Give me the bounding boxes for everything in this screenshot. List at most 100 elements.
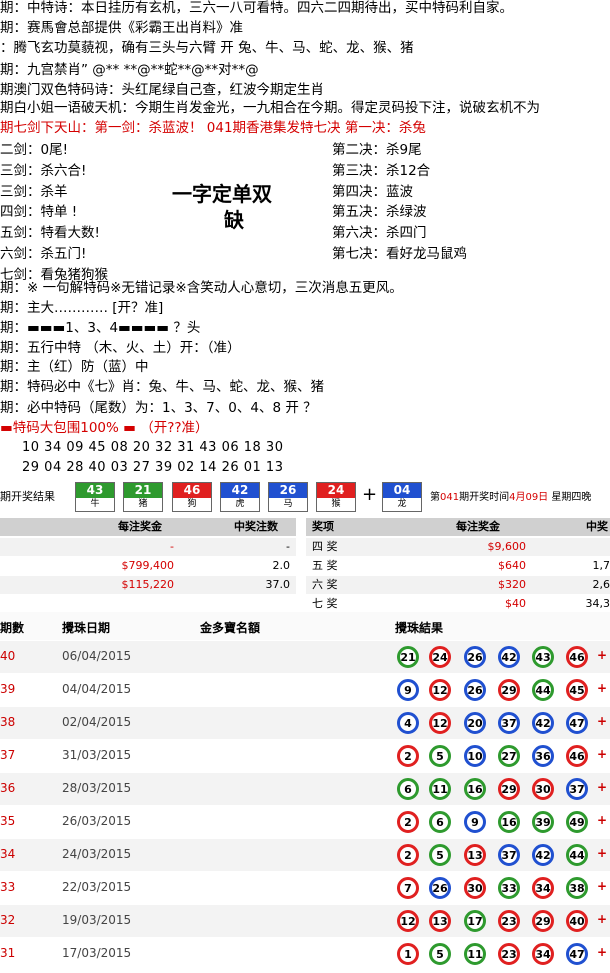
table-row: 40 06/04/2015 21 24 26 42 43 46 + bbox=[0, 641, 610, 673]
result-ball: 37 bbox=[566, 778, 588, 800]
draw-date: 17/03/2015 bbox=[62, 946, 132, 960]
plus-sign: + bbox=[597, 714, 608, 728]
draw-ball-zodiac: 马 bbox=[283, 499, 293, 509]
result-ball: 4 bbox=[397, 712, 419, 734]
draw-ball-number: 43 bbox=[76, 483, 114, 498]
issue-number: 36 bbox=[0, 781, 16, 795]
sword-left: 六剑：杀五门! bbox=[0, 246, 87, 262]
number-grid-row-2: 29 04 28 40 03 27 39 02 14 26 01 13 bbox=[22, 460, 284, 475]
result-ball: 44 bbox=[532, 679, 554, 701]
prize-row: 四 奖 $9,600 bbox=[306, 538, 610, 556]
result-ball: 23 bbox=[498, 910, 520, 932]
result-ball: 29 bbox=[532, 910, 554, 932]
result-ball: 20 bbox=[464, 712, 486, 734]
decision-right: 第二决：杀9尾 bbox=[332, 142, 422, 158]
issue-number: 40 bbox=[0, 649, 16, 663]
header-count: 中奖注数 bbox=[234, 520, 278, 533]
plus-sign: + bbox=[597, 648, 608, 662]
result-ball: 16 bbox=[464, 778, 486, 800]
prize-count: - bbox=[286, 540, 290, 553]
result-ball: 11 bbox=[464, 943, 486, 965]
header-name: 奖项 bbox=[312, 520, 334, 533]
result-ball: 34 bbox=[532, 943, 554, 965]
draw-info: 第041期开奖时间4月09日 星期四晚 bbox=[430, 492, 592, 503]
result-ball: 12 bbox=[397, 910, 419, 932]
result-ball: 21 bbox=[397, 646, 419, 668]
issue-number: 39 bbox=[0, 682, 16, 696]
result-ball: 12 bbox=[429, 679, 451, 701]
result-ball: 5 bbox=[429, 943, 451, 965]
result-ball: 42 bbox=[532, 844, 554, 866]
prize-amount: $320 bbox=[498, 578, 526, 591]
prize-amount: - bbox=[170, 540, 174, 553]
result-ball: 17 bbox=[464, 910, 486, 932]
table-row: 36 28/03/2015 6 11 16 29 30 37 + bbox=[0, 773, 610, 805]
result-ball: 45 bbox=[566, 679, 588, 701]
decision-right: 第七决：看好龙马鼠鸡 bbox=[332, 246, 467, 262]
plus-sign: + bbox=[597, 846, 608, 860]
prize-right-header: 奖项 每注奖金 中奖 bbox=[306, 518, 610, 536]
col-date: 攪珠日期 bbox=[62, 621, 111, 635]
draw-date: 24/03/2015 bbox=[62, 847, 132, 861]
draw-date: 06/04/2015 bbox=[62, 649, 132, 663]
issue-number: 32 bbox=[0, 913, 16, 927]
result-ball: 13 bbox=[464, 844, 486, 866]
prize-name: 六 奖 bbox=[312, 578, 338, 591]
header-count: 中奖 bbox=[586, 520, 608, 533]
result-ball: 2 bbox=[397, 844, 419, 866]
table-row: 31 17/03/2015 1 5 11 23 34 47 + bbox=[0, 938, 610, 970]
draw-ball: 43 牛 bbox=[75, 482, 115, 512]
result-ball: 23 bbox=[498, 943, 520, 965]
result-ball: 34 bbox=[532, 877, 554, 899]
result-ball: 6 bbox=[397, 778, 419, 800]
result-ball: 42 bbox=[532, 712, 554, 734]
result-ball: 42 bbox=[498, 646, 520, 668]
result-ball: 44 bbox=[566, 844, 588, 866]
sword-left: 三剑：杀六合! bbox=[0, 162, 87, 179]
result-ball: 40 bbox=[566, 910, 588, 932]
prize-count: 2.0 bbox=[272, 559, 291, 572]
decision-right: 第四决：蓝波 bbox=[332, 183, 413, 200]
draw-date: 19/03/2015 bbox=[62, 913, 132, 927]
result-ball: 6 bbox=[429, 811, 451, 833]
issue-number: 31 bbox=[0, 946, 16, 960]
col-issue: 期數 bbox=[0, 621, 25, 635]
draw-date: 02/04/2015 bbox=[62, 715, 132, 729]
sword-left: 五剑：特看大数! bbox=[0, 225, 100, 242]
result-ball: 1 bbox=[397, 943, 419, 965]
draw-ball: 24 猴 bbox=[316, 482, 356, 512]
decision-right: 第六决：杀四门 bbox=[332, 225, 427, 242]
result-ball: 26 bbox=[464, 679, 486, 701]
result-ball: 43 bbox=[532, 646, 554, 668]
decision-right: 第五决：杀绿波 bbox=[332, 204, 427, 221]
result-ball: 39 bbox=[532, 811, 554, 833]
text-line: 期：必中特码（尾数）为：1、3、7、0、4、8 开 ？ bbox=[0, 400, 317, 416]
draw-date: 22/03/2015 bbox=[62, 880, 132, 894]
table-row: 39 04/04/2015 9 12 26 29 44 45 + bbox=[0, 674, 610, 706]
result-ball: 12 bbox=[429, 712, 451, 734]
result-ball: 13 bbox=[429, 910, 451, 932]
prize-count: 1,7 bbox=[592, 559, 610, 572]
text-line: 期：九宫禁肖” @** **@**蛇**@**对**@ bbox=[0, 62, 259, 78]
draw-ball-zodiac: 猪 bbox=[138, 499, 148, 509]
table-row: 35 26/03/2015 2 6 9 16 39 49 + bbox=[0, 806, 610, 838]
prize-count: 37.0 bbox=[265, 578, 291, 591]
result-ball: 9 bbox=[397, 679, 419, 701]
result-ball: 11 bbox=[429, 778, 451, 800]
text-line: ：腾飞玄功莫藐视，确有三头与六臂 开 兔、牛、马、蛇、龙、猴、猪 bbox=[0, 40, 414, 56]
text-line: 期七剑下天山：第一剑：杀蓝波！ 041期香港集发特七决 第一决：杀兔 bbox=[0, 120, 426, 136]
text-line: 期：※ 一句解特码※无错记录※含笑动人心意切，三次消息五更风。 bbox=[0, 280, 403, 296]
decision-right: 第三决：杀12合 bbox=[332, 162, 431, 179]
prize-count: 34,3 bbox=[585, 597, 610, 610]
prize-row: $799,400 2.0 bbox=[0, 557, 296, 575]
result-ball: 16 bbox=[498, 811, 520, 833]
result-ball: 10 bbox=[464, 745, 486, 767]
special-ball: 04 龙 bbox=[382, 482, 422, 512]
draw-ball-zodiac: 虎 bbox=[235, 499, 245, 509]
result-ball: 26 bbox=[464, 646, 486, 668]
prize-row: $115,220 37.0 bbox=[0, 576, 296, 594]
text-line: 期：赛馬會总部提供《彩霸王出肖料》准 bbox=[0, 20, 243, 36]
prize-row: 七 奖 $40 34,3 bbox=[306, 595, 610, 613]
header-amount: 每注奖金 bbox=[118, 520, 162, 533]
text-line: 期白小姐一语破天机：今期生肖发金光，一九相合在今期。得定灵码投下注，说破玄机不为 bbox=[0, 100, 540, 116]
